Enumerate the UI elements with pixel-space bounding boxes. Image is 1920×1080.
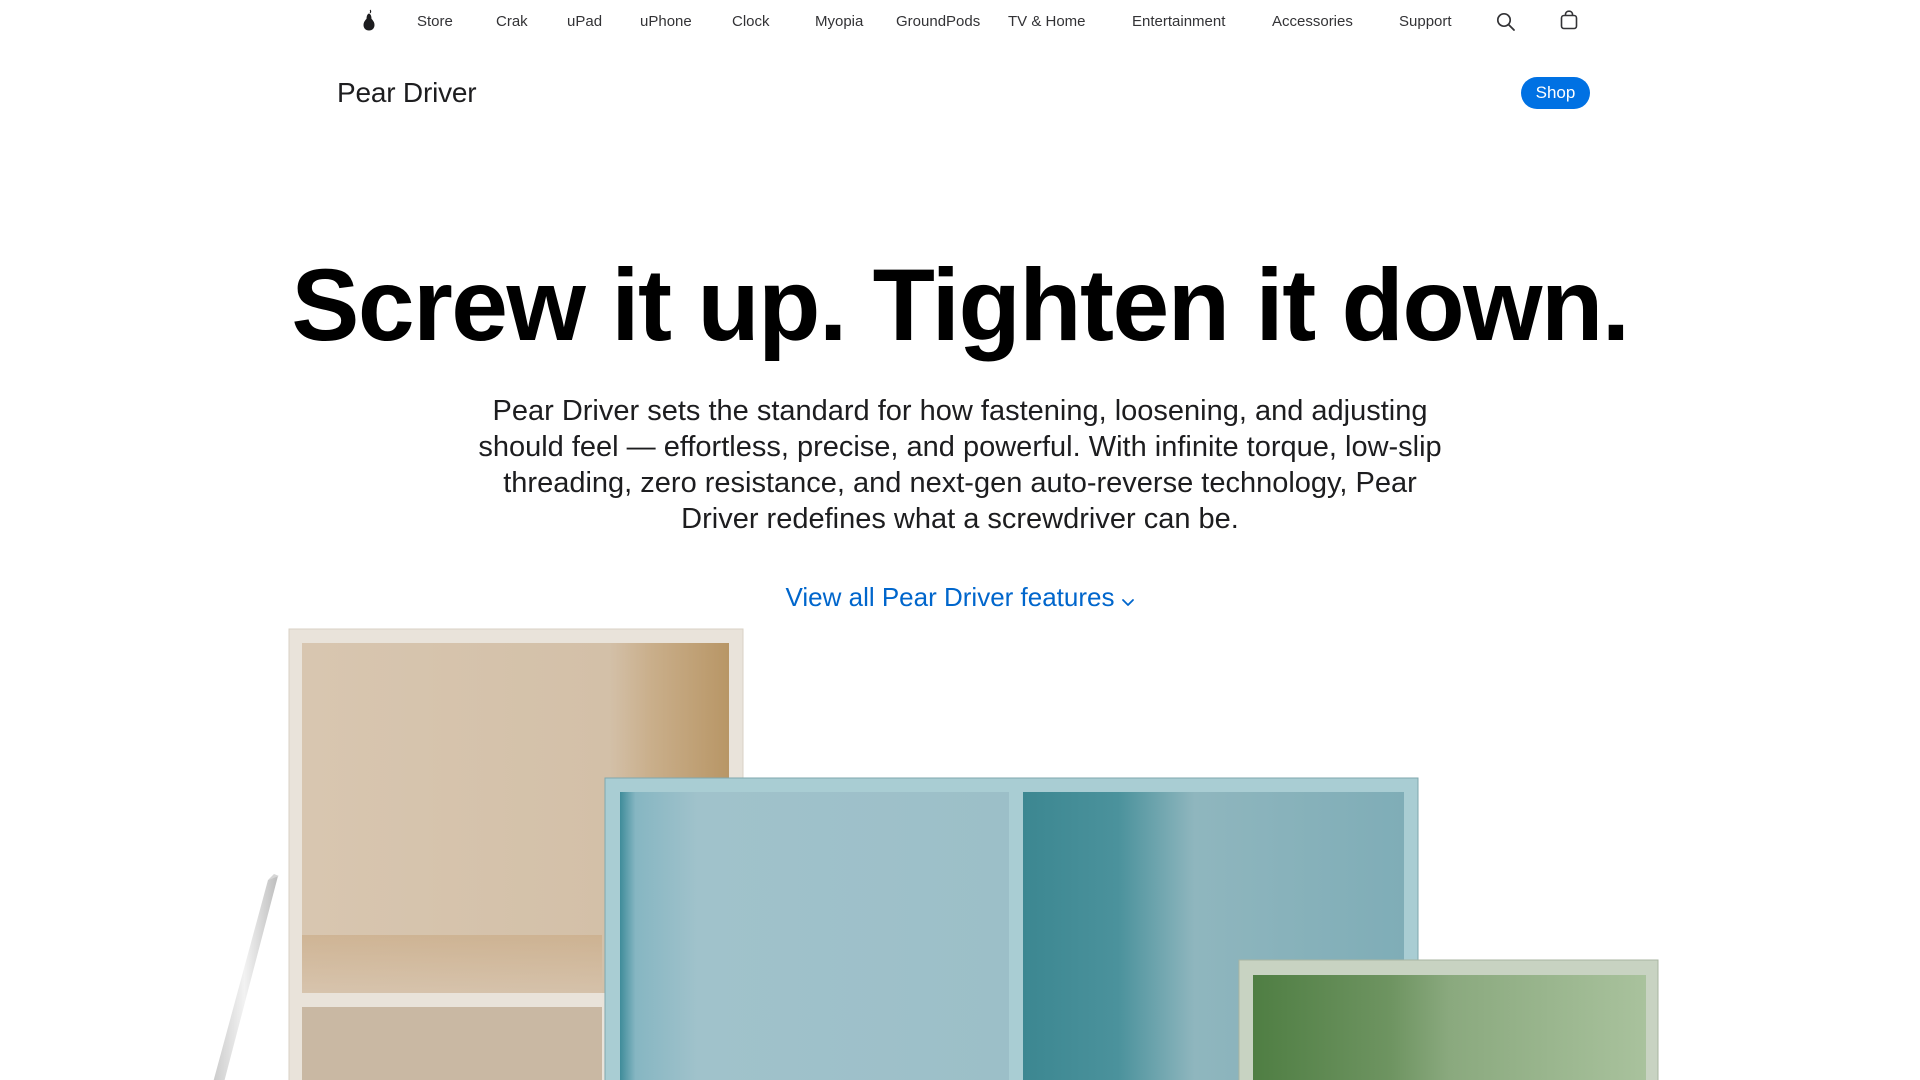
pear-logo-icon[interactable]: [362, 9, 376, 36]
nav-item-accessories[interactable]: Accessories: [1272, 13, 1353, 31]
nav-item-uphone[interactable]: uPhone: [640, 13, 692, 31]
product-title[interactable]: Pear Driver: [337, 77, 477, 109]
nav-item-myopia[interactable]: Myopia: [815, 13, 863, 31]
global-nav: Store Crak uPad uPhone Clock Myopia Grou…: [0, 0, 1920, 44]
shop-button[interactable]: Shop: [1521, 77, 1590, 109]
local-nav: [0, 44, 1920, 140]
view-features-link-label[interactable]: View all Pear Driver features: [786, 582, 1115, 612]
chevron-down-icon: [1121, 582, 1135, 616]
nav-item-upad[interactable]: uPad: [567, 13, 602, 31]
shopping-bag-icon[interactable]: [1560, 10, 1578, 35]
search-icon[interactable]: [1496, 12, 1516, 37]
hero-headline: Screw it up. Tighten it down.: [291, 248, 1630, 362]
nav-item-groundpods[interactable]: GroundPods: [896, 13, 980, 31]
hero-device-image: [0, 620, 1920, 1080]
nav-item-crak[interactable]: Crak: [496, 13, 528, 31]
nav-item-store[interactable]: Store: [417, 13, 453, 31]
nav-item-support[interactable]: Support: [1399, 13, 1452, 31]
hero-intro: Pear Driver sets the standard for how fa…: [478, 395, 1442, 535]
nav-item-entertainment[interactable]: Entertainment: [1132, 13, 1225, 31]
view-features-link[interactable]: View all Pear Driver features: [0, 580, 1920, 616]
nav-item-clock[interactable]: Clock: [732, 13, 770, 31]
nav-item-tv-home[interactable]: TV & Home: [1008, 13, 1086, 31]
